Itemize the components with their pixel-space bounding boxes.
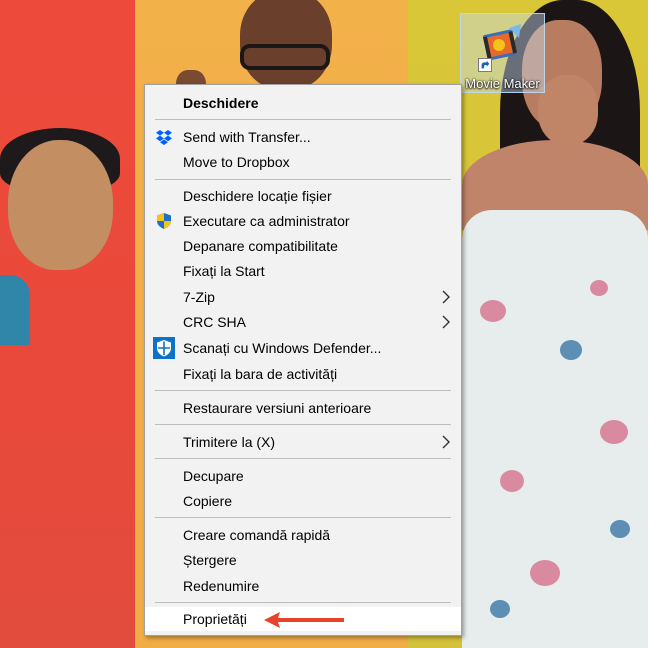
menu-separator <box>155 517 451 518</box>
menu-item-label: Proprietăți <box>183 611 247 627</box>
menu-item-pin-to-start[interactable]: Fixați la Start <box>145 259 461 283</box>
chevron-right-icon <box>442 435 450 449</box>
menu-item-delete[interactable]: Ștergere <box>145 548 461 572</box>
menu-item-label: Fixați la Start <box>183 263 265 279</box>
menu-item-cut[interactable]: Decupare <box>145 464 461 488</box>
menu-item-label: CRC SHA <box>183 314 247 330</box>
menu-item-label: Depanare compatibilitate <box>183 238 338 254</box>
context-menu: Deschidere Send with Transfer... Move to… <box>144 84 462 636</box>
desktop-icon-label: Movie Maker <box>465 76 540 91</box>
menu-item-pin-to-taskbar[interactable]: Fixați la bara de activități <box>145 362 461 386</box>
dress-flower <box>560 340 582 360</box>
windows-defender-icon <box>153 337 175 359</box>
menu-item-send-to[interactable]: Trimitere la (X) <box>145 430 461 454</box>
menu-item-run-as-administrator[interactable]: Executare ca administrator <box>145 209 461 233</box>
red-arrow-icon <box>264 612 344 628</box>
menu-item-deschidere[interactable]: Deschidere <box>145 91 461 115</box>
chevron-right-icon <box>442 290 450 304</box>
menu-item-7zip[interactable]: 7-Zip <box>145 285 461 309</box>
menu-separator <box>155 424 451 425</box>
wallpaper-person-face <box>8 140 113 270</box>
menu-item-label: Deschidere locație fișier <box>183 188 332 204</box>
menu-item-label: Copiere <box>183 493 233 509</box>
dress-flower <box>480 300 506 322</box>
menu-item-label: Restaurare versiuni anterioare <box>183 400 372 416</box>
menu-item-label: Send with Transfer... <box>183 129 311 145</box>
menu-item-send-with-transfer[interactable]: Send with Transfer... <box>145 125 461 149</box>
menu-separator <box>155 458 451 459</box>
dress-flower <box>490 600 510 618</box>
menu-item-label: Deschidere <box>183 95 259 111</box>
menu-item-rename[interactable]: Redenumire <box>145 574 461 598</box>
dress-flower <box>600 420 628 444</box>
menu-item-open-file-location[interactable]: Deschidere locație fișier <box>145 184 461 208</box>
wallpaper-person-hand <box>538 75 598 145</box>
menu-item-label: Scanați cu Windows Defender... <box>183 340 382 356</box>
dress-flower <box>590 280 608 296</box>
menu-item-move-to-dropbox[interactable]: Move to Dropbox <box>145 150 461 174</box>
menu-item-copy[interactable]: Copiere <box>145 489 461 513</box>
menu-item-label: Move to Dropbox <box>183 154 290 170</box>
shortcut-arrow-icon <box>478 58 492 72</box>
dropbox-icon <box>156 130 172 145</box>
uac-shield-icon <box>157 213 171 229</box>
menu-item-label: Redenumire <box>183 578 260 594</box>
menu-item-label: Decupare <box>183 468 244 484</box>
menu-item-create-shortcut[interactable]: Creare comandă rapidă <box>145 523 461 547</box>
menu-item-scan-windows-defender[interactable]: Scanați cu Windows Defender... <box>145 336 461 360</box>
menu-item-label: 7-Zip <box>183 289 215 305</box>
menu-item-label: Creare comandă rapidă <box>183 527 331 543</box>
menu-item-crc-sha[interactable]: CRC SHA <box>145 310 461 334</box>
menu-item-label: Trimitere la (X) <box>183 434 276 450</box>
dress-flower <box>610 520 630 538</box>
menu-separator <box>155 602 451 603</box>
menu-item-troubleshoot-compatibility[interactable]: Depanare compatibilitate <box>145 234 461 258</box>
menu-separator <box>155 390 451 391</box>
chevron-right-icon <box>442 315 450 329</box>
menu-separator <box>155 179 451 180</box>
dress-flower <box>530 560 560 586</box>
menu-separator <box>155 119 451 120</box>
menu-item-label: Ștergere <box>183 552 237 568</box>
menu-item-restore-previous-versions[interactable]: Restaurare versiuni anterioare <box>145 396 461 420</box>
desktop-shortcut-movie-maker[interactable]: Movie Maker <box>460 13 545 93</box>
wallpaper-person-glasses <box>240 44 330 70</box>
dress-flower <box>500 470 524 492</box>
menu-item-label: Fixați la bara de activități <box>183 366 338 382</box>
menu-item-label: Executare ca administrator <box>183 213 350 229</box>
wallpaper-person-shirt <box>0 275 30 345</box>
